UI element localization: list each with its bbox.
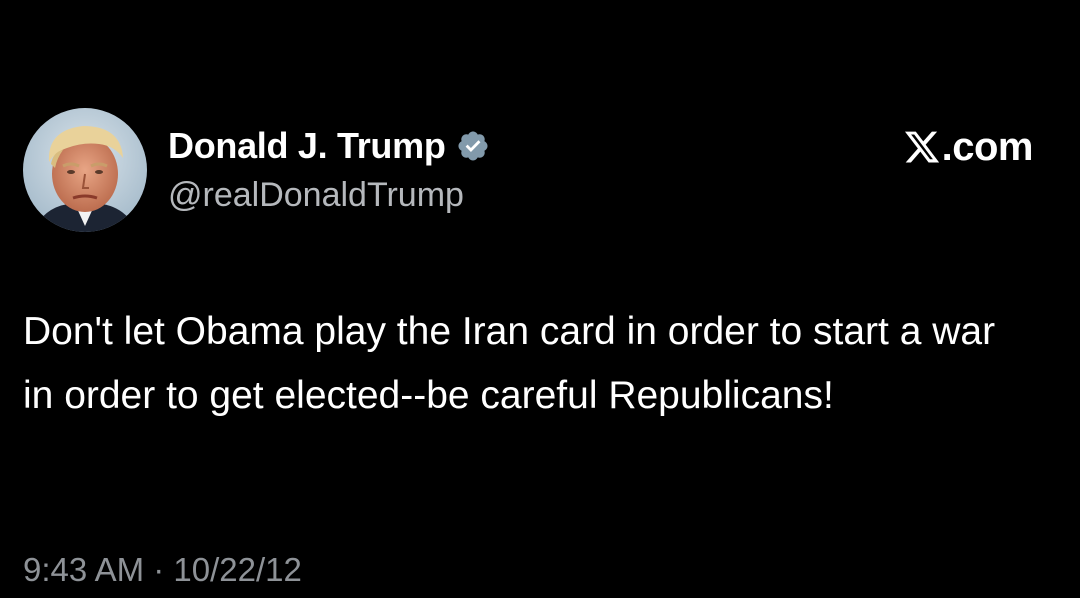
profile-avatar[interactable] [23, 108, 147, 232]
author-handle[interactable]: @realDonaldTrump [168, 176, 464, 215]
brand-domain-label: .com [941, 124, 1034, 169]
meta-separator: · [153, 551, 165, 588]
author-display-name[interactable]: Donald J. Trump [168, 125, 446, 167]
tweet-meta: 9:43 AM · 10/22/12 [23, 551, 302, 589]
tweet-date[interactable]: 10/22/12 [173, 551, 301, 588]
verified-badge-icon[interactable] [456, 129, 490, 163]
x-logo-icon [903, 128, 941, 166]
tweet-time[interactable]: 9:43 AM [23, 551, 144, 588]
author-name-row: Donald J. Trump [168, 123, 490, 169]
brand-watermark: .com [903, 124, 1034, 170]
tweet-text: Don't let Obama play the Iran card in or… [23, 310, 996, 417]
avatar-image [23, 108, 147, 232]
tweet-card: Donald J. Trump @realDonaldTrump .com Do… [0, 0, 1080, 598]
